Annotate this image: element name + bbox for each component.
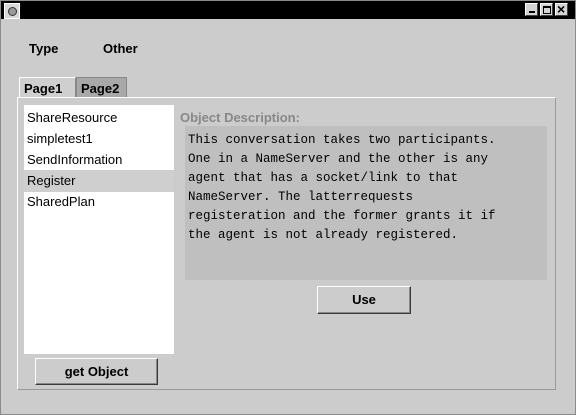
tab-page2[interactable]: Page2 <box>76 77 127 99</box>
menu-type[interactable]: Type <box>29 41 58 56</box>
close-icon[interactable] <box>555 0 568 18</box>
menu-bar: Type Other <box>1 19 575 59</box>
menu-other[interactable]: Other <box>103 41 138 56</box>
object-list[interactable]: ShareResource simpletest1 SendInformatio… <box>24 105 174 354</box>
title-bar[interactable] <box>1 0 575 19</box>
maximize-icon[interactable] <box>540 3 553 16</box>
object-description-box: This conversation takes two participants… <box>185 126 547 280</box>
object-description-text: This conversation takes two participants… <box>188 133 496 242</box>
minimize-icon[interactable] <box>525 3 538 16</box>
tab-page1[interactable]: Page1 <box>19 77 76 99</box>
get-object-button[interactable]: get Object <box>35 358 158 385</box>
use-button[interactable]: Use <box>317 286 411 314</box>
app-icon[interactable] <box>4 3 20 19</box>
list-item-simpletest1[interactable]: simpletest1 <box>24 128 174 150</box>
object-description-label: Object Description: <box>180 110 300 125</box>
list-item-sendinformation[interactable]: SendInformation <box>24 149 174 171</box>
list-item-sharedplan[interactable]: SharedPlan <box>24 191 174 213</box>
list-item-register[interactable]: Register <box>24 170 174 192</box>
list-item-shareresource[interactable]: ShareResource <box>24 107 174 129</box>
